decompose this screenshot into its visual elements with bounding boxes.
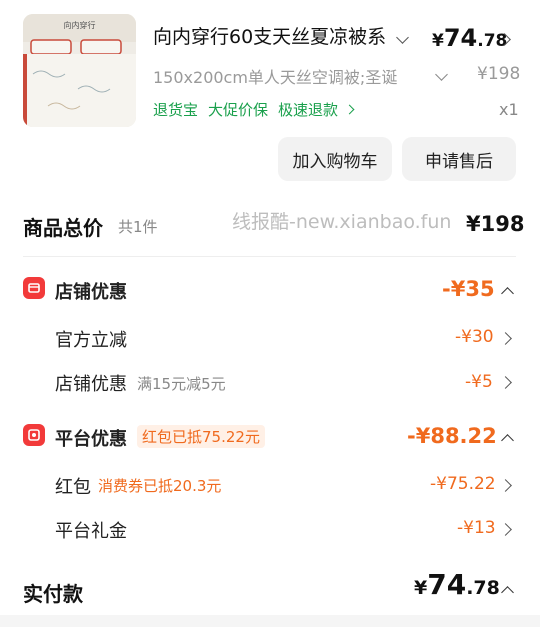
total-value: ¥198	[466, 212, 525, 236]
chevron-down-icon[interactable]	[396, 31, 409, 44]
official-discount-label: 官方立减	[55, 330, 127, 351]
price-integer: 74	[443, 24, 478, 52]
chevron-right-icon[interactable]	[499, 332, 512, 345]
store-discount-note: 满15元减5元	[137, 375, 226, 393]
price-symbol: ¥	[432, 31, 444, 51]
divider	[23, 256, 516, 257]
paid-decimal: .78	[466, 577, 500, 599]
add-to-cart-button[interactable]: 加入购物车	[278, 137, 392, 181]
platform-gift-value: -¥13	[457, 518, 496, 538]
tags-chevron-right-icon	[344, 104, 355, 115]
shop-icon	[23, 277, 45, 299]
red-packet-label: 红包	[55, 477, 91, 498]
collapse-chevron-up-icon[interactable]	[501, 287, 514, 300]
total-label: 商品总价	[23, 216, 103, 240]
thumbnail-brand-text: 向内穿行	[63, 21, 96, 30]
product-spec[interactable]: 150x200cm单人天丝空调被;圣诞	[153, 64, 421, 88]
platform-discount-value: -¥88.22	[407, 424, 497, 448]
tag-fast-refund: 极速退款	[278, 101, 339, 119]
product-thumbnail[interactable]: 向内穿行	[23, 14, 136, 127]
spec-chevron-down-icon[interactable]	[435, 68, 448, 81]
red-packet-value: -¥75.22	[430, 474, 496, 494]
shop-discount-value: -¥35	[442, 277, 495, 301]
official-discount-value: -¥30	[455, 327, 494, 347]
collapse-chevron-up-icon[interactable]	[501, 434, 514, 447]
paid-integer: 74	[427, 568, 467, 601]
service-tags[interactable]: 退货宝 大促价保 极速退款	[153, 99, 363, 120]
paid-symbol: ¥	[414, 577, 428, 599]
red-packet-note: 消费券已抵20.3元	[98, 477, 222, 495]
shop-discount-label: 店铺优惠	[55, 282, 127, 303]
tag-price-protect: 大促价保	[208, 101, 269, 119]
product-title[interactable]: 向内穿行60支天丝夏凉被系	[153, 22, 385, 49]
chevron-right-icon[interactable]	[499, 523, 512, 536]
platform-icon	[23, 424, 45, 446]
store-discount-label: 店铺优惠	[55, 374, 127, 395]
total-count: 共1件	[118, 218, 158, 236]
original-price: ¥198	[477, 64, 521, 84]
bottom-divider	[0, 615, 540, 627]
product-price: ¥74.78	[432, 24, 507, 52]
after-sale-button[interactable]: 申请售后	[402, 137, 516, 181]
platform-discount-label: 平台优惠	[55, 429, 127, 450]
watermark: 线报酷-new.xianbao.fun	[232, 211, 452, 233]
store-discount-value: -¥5	[465, 372, 493, 392]
paid-chevron-up-icon[interactable]	[501, 586, 514, 599]
paid-label: 实付款	[23, 582, 83, 606]
paid-amount: ¥74.78	[414, 568, 500, 601]
quantity: x1	[499, 100, 519, 119]
platform-gift-label: 平台礼金	[55, 521, 127, 542]
red-packet-badge: 红包已抵75.22元	[137, 425, 265, 448]
tag-return-insurance: 退货宝	[153, 101, 199, 119]
chevron-right-icon[interactable]	[499, 479, 512, 492]
chevron-right-icon[interactable]	[499, 376, 512, 389]
